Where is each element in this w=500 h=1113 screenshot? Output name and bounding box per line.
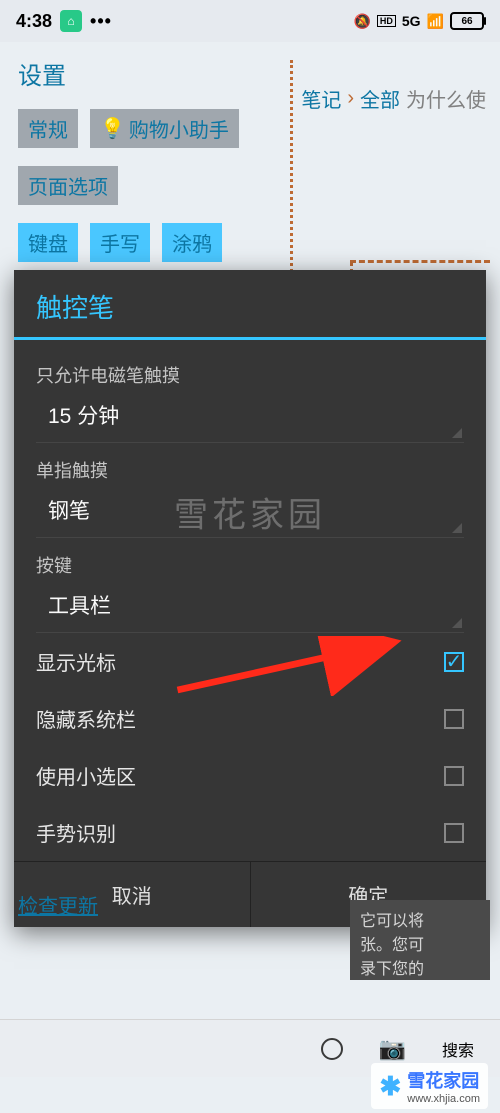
tag-general[interactable]: 常规 — [18, 109, 78, 148]
setting-value-single-finger[interactable]: 钢笔 — [36, 487, 464, 537]
breadcrumb[interactable]: 笔记 › 全部 为什么使 — [301, 84, 486, 113]
watermark-brand: ✱ 雪花家园 www.xhjia.com — [371, 1063, 488, 1109]
lightbulb-icon: 💡 — [100, 116, 125, 141]
tag-doodle[interactable]: 涂鸦 — [162, 223, 222, 262]
tag-page-options[interactable]: 页面选项 — [18, 166, 118, 205]
network-icon: 5G — [402, 13, 421, 29]
tag-handwriting[interactable]: 手写 — [90, 223, 150, 262]
checkbox-gesture[interactable] — [444, 823, 464, 843]
check-label: 使用小选区 — [36, 761, 136, 790]
setting-value-button[interactable]: 工具栏 — [36, 582, 464, 632]
camera-icon[interactable]: 📷 — [379, 1036, 406, 1062]
dialog-title: 触控笔 — [14, 270, 486, 337]
breadcrumb-notes[interactable]: 笔记 — [301, 84, 341, 113]
breadcrumb-all[interactable]: 全部 — [360, 84, 400, 113]
peek-panel: 它可以将 张。您可 录下您的 — [350, 900, 490, 980]
signal-icon: 📶 — [427, 13, 444, 30]
status-bar: 4:38 ⌂ ••• 🔕 HD 5G 📶 66 — [0, 0, 500, 42]
battery-icon: 66 — [450, 12, 484, 30]
check-label: 手势识别 — [36, 818, 116, 847]
check-row-hide-sysbar[interactable]: 隐藏系统栏 — [14, 690, 486, 747]
checkbox-small-selection[interactable] — [444, 766, 464, 786]
settings-page-bg: 设置 常规 💡购物小助手 页面选项 键盘 手写 涂鸦 — [0, 42, 500, 294]
setting-label-single-finger: 单指触摸 — [36, 451, 464, 487]
check-row-small-selection[interactable]: 使用小选区 — [14, 747, 486, 804]
mute-icon: 🔕 — [353, 13, 370, 30]
mijia-icon: ⌂ — [60, 10, 82, 32]
circle-icon[interactable] — [321, 1038, 343, 1060]
check-updates-link[interactable]: 检查更新 — [18, 890, 98, 919]
flower-icon: ✱ — [379, 1071, 401, 1102]
hd-icon: HD — [377, 15, 396, 27]
setting-value-emr[interactable]: 15 分钟 — [36, 392, 464, 442]
check-row-show-cursor[interactable]: 显示光标 ✓ — [14, 633, 486, 690]
tag-keyboard[interactable]: 键盘 — [18, 223, 78, 262]
breadcrumb-current: 为什么使 — [406, 84, 486, 113]
setting-label-emr: 只允许电磁笔触摸 — [36, 356, 464, 392]
setting-label-button: 按键 — [36, 546, 464, 582]
check-label: 隐藏系统栏 — [36, 704, 136, 733]
check-label: 显示光标 — [36, 647, 116, 676]
status-time: 4:38 — [16, 11, 52, 32]
tag-shopping-assistant[interactable]: 💡购物小助手 — [90, 109, 239, 148]
stylus-dialog: 触控笔 只允许电磁笔触摸 15 分钟 单指触摸 钢笔 按键 工具栏 显示光标 ✓… — [14, 270, 486, 927]
search-button[interactable]: 搜索 — [442, 1037, 474, 1061]
chevron-right-icon: › — [347, 87, 354, 110]
checkbox-hide-sysbar[interactable] — [444, 709, 464, 729]
check-row-gesture[interactable]: 手势识别 — [14, 804, 486, 861]
checkbox-show-cursor[interactable]: ✓ — [444, 652, 464, 672]
more-dots-icon: ••• — [90, 11, 112, 32]
